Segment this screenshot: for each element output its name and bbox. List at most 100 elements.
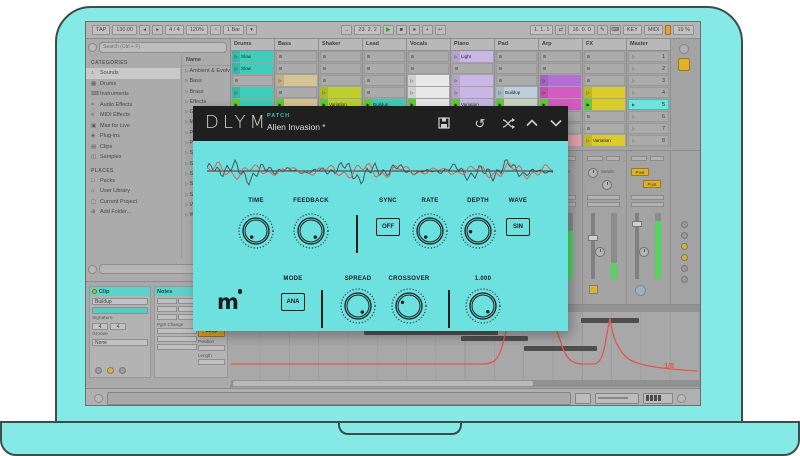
clip-launch-icon[interactable]: ▷ xyxy=(276,75,284,86)
post-toggle-a[interactable]: Post xyxy=(631,168,649,176)
clip-launch-button-3[interactable] xyxy=(119,367,126,374)
empty-clip-slot[interactable] xyxy=(584,51,625,62)
scene-slot-8[interactable]: ▷ 8 xyxy=(628,135,669,146)
toolbar-field-4-4[interactable]: 4 / 4 xyxy=(165,24,184,36)
empty-clip-slot[interactable] xyxy=(496,75,537,86)
io-chip[interactable] xyxy=(606,156,620,161)
patch-name[interactable]: Alien Invasion * xyxy=(267,122,326,132)
clip-launch-icon[interactable]: ▶ xyxy=(584,99,592,110)
groove-select[interactable]: None xyxy=(92,339,148,346)
toolbar-field-23-2-2[interactable]: 23. 2. 2 xyxy=(354,24,381,36)
cue-volume-knob[interactable] xyxy=(635,285,646,296)
scene-slot-1[interactable]: ▷ 1 xyxy=(628,51,669,62)
play-icon[interactable]: ▶ xyxy=(382,24,394,36)
track-header-shaker[interactable]: Shaker xyxy=(319,39,362,51)
clip-launch-icon[interactable]: ▷ xyxy=(320,87,328,98)
nudge-up-icon[interactable]: ▸ xyxy=(152,24,164,36)
record-icon[interactable]: ● xyxy=(408,24,420,36)
toolbar-field-1-1-1[interactable]: 1. 1. 1 xyxy=(530,24,554,36)
scene-slot-2[interactable]: ▷ 2 xyxy=(628,63,669,74)
computer-midi-keyboard-icon[interactable]: ⌨ xyxy=(609,24,621,36)
signature-numerator[interactable]: 4 xyxy=(92,323,108,330)
empty-clip-slot[interactable] xyxy=(584,123,625,134)
overdub-icon[interactable]: + xyxy=(421,24,433,36)
loop-icon[interactable]: ⇄ xyxy=(555,24,567,36)
time-knob[interactable] xyxy=(228,212,284,255)
sidebar-item-samples[interactable]: ◫ Samples xyxy=(86,152,180,163)
empty-clip-slot[interactable] xyxy=(276,87,317,98)
clip-slot[interactable]: ▷ Variation xyxy=(584,135,625,146)
empty-clip-slot[interactable] xyxy=(584,111,625,122)
track-header-piano[interactable]: Piano xyxy=(451,39,494,51)
editor-horizontal-scrollbar[interactable] xyxy=(231,380,700,387)
scene-slot-7[interactable]: ▷ 7 xyxy=(628,123,669,134)
clip-color-picker[interactable] xyxy=(92,307,148,314)
scene-slot-5[interactable]: ▶ 5 xyxy=(628,99,669,110)
chevron-down-icon[interactable] xyxy=(548,115,564,131)
crossover-knob[interactable] xyxy=(381,287,437,330)
notes-chip[interactable] xyxy=(157,298,177,304)
signature-denominator[interactable]: 4 xyxy=(110,323,126,330)
track-header-bass[interactable]: Bass xyxy=(275,39,318,51)
mode-button[interactable]: ANA xyxy=(281,293,305,311)
sidebar-item-plug-ins[interactable]: ◈ Plug-ins xyxy=(86,131,180,142)
toolbar-field-19[interactable]: 19 % xyxy=(673,24,694,36)
clip-launch-icon[interactable]: ▷ xyxy=(232,51,240,62)
sidebar-item-sounds[interactable]: ♪ Sounds xyxy=(86,68,180,79)
routing-chip[interactable] xyxy=(631,202,664,207)
follow-icon[interactable]: → xyxy=(341,24,353,36)
io-chip[interactable] xyxy=(587,156,603,161)
volume-fader-handle[interactable] xyxy=(588,235,598,241)
sidebar-item-add-folder[interactable]: ⊕ Add Folder... xyxy=(86,207,180,218)
empty-clip-slot[interactable] xyxy=(320,75,361,86)
clip-slot[interactable]: ▷ xyxy=(452,75,493,86)
clip-launch-icon[interactable]: ▷ xyxy=(540,87,548,98)
empty-clip-slot[interactable] xyxy=(408,63,449,74)
spread-knob[interactable] xyxy=(330,287,386,330)
empty-clip-slot[interactable] xyxy=(320,63,361,74)
sidebar-item-packs[interactable]: □ Packs xyxy=(86,176,180,187)
sidebar-item-current-project[interactable]: ▢ Current Project xyxy=(86,197,180,208)
toolbar-field-130-00[interactable]: 130.00 xyxy=(112,24,138,36)
post-toggle-b[interactable]: Post xyxy=(643,180,661,188)
clip-launch-icon[interactable]: ▷ xyxy=(452,51,460,62)
clip-activator-icon[interactable] xyxy=(92,289,97,294)
clip-launch-icon[interactable]: ▷ xyxy=(452,75,460,86)
empty-clip-slot[interactable] xyxy=(232,75,273,86)
pan-knob[interactable] xyxy=(595,247,605,257)
scene-slot-6[interactable]: ▷ 6 xyxy=(628,111,669,122)
clip-slot[interactable]: ▷ Light xyxy=(452,51,493,62)
clip-slot[interactable]: ▷ xyxy=(276,75,317,86)
empty-clip-slot[interactable] xyxy=(364,63,405,74)
clip-launch-icon[interactable]: ▷ xyxy=(232,63,240,74)
track-header-pad[interactable]: Pad xyxy=(495,39,538,51)
empty-clip-slot[interactable] xyxy=(584,75,625,86)
send-a-knob[interactable] xyxy=(588,168,598,178)
track-header-fx[interactable]: FX xyxy=(583,39,626,51)
clip-launch-button-2[interactable] xyxy=(107,367,114,374)
mini-keyboard-widget[interactable] xyxy=(643,392,673,404)
clip-slot[interactable]: ▷ Slow xyxy=(232,51,273,62)
browser-collapse-icon[interactable] xyxy=(88,42,97,52)
routing-chip[interactable] xyxy=(587,202,620,207)
clip-launch-icon[interactable]: ▷ xyxy=(408,87,416,98)
1-000-knob[interactable] xyxy=(455,287,511,330)
empty-clip-slot[interactable] xyxy=(496,63,537,74)
empty-clip-slot[interactable] xyxy=(276,63,317,74)
draw-mode-icon[interactable]: ✎ xyxy=(596,24,608,36)
track-header-master[interactable]: Master xyxy=(627,39,670,51)
notes-chip[interactable] xyxy=(157,306,177,312)
track-activator-button[interactable] xyxy=(589,285,598,294)
toolbar-field-tap[interactable]: TAP xyxy=(92,24,111,36)
clip-launch-icon[interactable]: ▷ xyxy=(540,75,548,86)
empty-clip-slot[interactable] xyxy=(540,51,581,62)
empty-clip-slot[interactable] xyxy=(276,51,317,62)
clip-launch-icon[interactable]: ▷ xyxy=(452,87,460,98)
empty-clip-slot[interactable] xyxy=(320,51,361,62)
randomize-icon[interactable] xyxy=(500,115,516,131)
track-header-arp[interactable]: Arp xyxy=(539,39,582,51)
notes-chip[interactable] xyxy=(157,314,177,320)
browser-result-brass[interactable]: ▷Brass xyxy=(182,87,230,97)
clip-name-field[interactable]: Buildup xyxy=(92,298,148,305)
empty-clip-slot[interactable] xyxy=(452,63,493,74)
